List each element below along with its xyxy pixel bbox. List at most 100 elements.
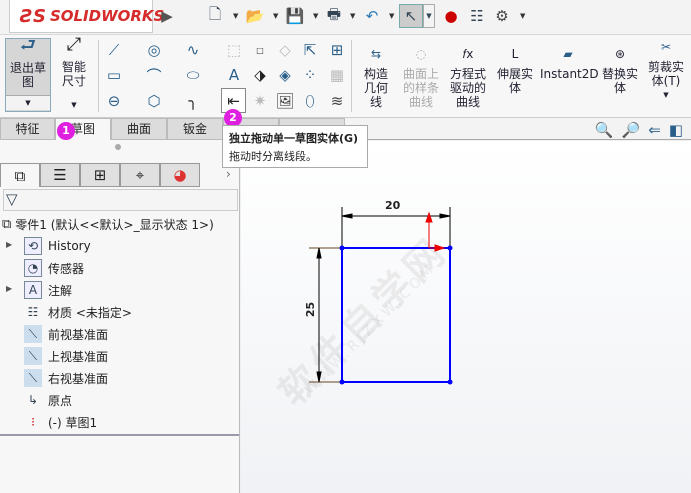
plane-icon: ⟍ bbox=[24, 369, 42, 387]
rollback-bar[interactable] bbox=[0, 434, 239, 436]
height-dimension-label[interactable]: 25 bbox=[304, 302, 317, 317]
line-icon[interactable]: ⟋ bbox=[104, 40, 124, 60]
dropdown-arrow-icon[interactable]: ▼ bbox=[313, 12, 318, 20]
offset-icon[interactable]: ◇ bbox=[275, 40, 295, 60]
select-icon[interactable]: ↖ bbox=[399, 4, 423, 28]
stretch-entities-button[interactable]: L 伸展实体 bbox=[494, 47, 536, 95]
smart-dimension-icon: ⤢ bbox=[66, 34, 82, 55]
sketch-point[interactable] bbox=[447, 245, 453, 251]
point-icon[interactable]: □ bbox=[250, 40, 270, 60]
surface-spline-icon: ◌ bbox=[415, 47, 427, 61]
disabled-icon[interactable]: ✷ bbox=[250, 91, 270, 111]
quick-access-toolbar: ƧS SOLIDWORKS ▶ 🗋 ▼ 📂 ▼ 💾 ▼ 🖶 ▼ ↶ ▼ ↖ ▼ ● ☷ ⚙ ▼ bbox=[0, 0, 691, 35]
text-icon[interactable]: A bbox=[224, 65, 244, 85]
chevron-down-icon[interactable]: ▼ bbox=[6, 95, 50, 110]
expand-arrow-icon[interactable]: ▶ bbox=[6, 284, 12, 293]
ds-logo-icon: ƧS bbox=[20, 5, 46, 27]
rotate-icon[interactable]: ◈ bbox=[275, 65, 295, 85]
pattern-icon[interactable]: ⁘ bbox=[300, 65, 320, 85]
surface-spline-button[interactable]: ◌ 曲面上的样条曲线 bbox=[400, 47, 442, 109]
tree-item-right-plane[interactable]: ⟍ 右视基准面 bbox=[24, 367, 108, 389]
tab-features[interactable]: 特征 bbox=[0, 118, 55, 140]
convert-icon[interactable]: ⇱ bbox=[300, 40, 320, 60]
save-icon[interactable]: 💾 bbox=[285, 6, 305, 26]
tree-item-sketch1[interactable]: ⁝ (-) 草图1 bbox=[24, 411, 97, 433]
move-entity-icon[interactable]: ⬗ bbox=[250, 65, 270, 85]
part-icon: ⧉ bbox=[2, 216, 12, 232]
sketch-rectangle[interactable] bbox=[341, 247, 451, 383]
sketch-point[interactable] bbox=[339, 379, 345, 385]
trim-entities-button[interactable]: ✂ 剪裁实体(T) ▼ bbox=[644, 40, 688, 102]
dropdown-arrow-icon[interactable]: ▼ bbox=[350, 12, 355, 20]
options-icon[interactable]: ⚙ bbox=[492, 6, 512, 26]
fillet-icon[interactable]: ╮ bbox=[183, 91, 203, 111]
tree-item-annotations[interactable]: A 注解 bbox=[24, 279, 72, 301]
replace-label: 替换实体 bbox=[601, 67, 638, 95]
rectangle-icon[interactable]: ▭ bbox=[104, 65, 124, 85]
section-view-icon[interactable]: ◧ bbox=[669, 121, 683, 139]
polygon-icon[interactable]: ⬡ bbox=[144, 91, 164, 111]
spline-icon[interactable]: ∿ bbox=[183, 40, 203, 60]
previous-view-icon[interactable]: ⇐ bbox=[648, 121, 661, 139]
sketch-point[interactable] bbox=[447, 379, 453, 385]
property-manager-tab-icon[interactable]: ☰ bbox=[40, 163, 80, 187]
sketch-picture-icon[interactable]: 🖼 bbox=[275, 91, 295, 111]
configuration-manager-tab-icon[interactable]: ⊞ bbox=[80, 163, 120, 187]
filter-bar[interactable]: ▽ bbox=[3, 189, 238, 211]
tree-root-label: 零件1 (默认<<默认>_显示状态 1>) bbox=[15, 217, 214, 232]
exit-sketch-button[interactable]: ⮐ 退出草图 ▼ bbox=[5, 37, 51, 112]
graphics-area[interactable]: 🔍 🔎 ⇐ ◧ 软件自学网 WWW.RJZXW.COM 20 25 bbox=[241, 121, 691, 493]
zoom-to-area-icon[interactable]: 🔎 bbox=[622, 121, 641, 139]
tree-item-origin[interactable]: ↳ 原点 bbox=[24, 389, 72, 411]
mirror-icon[interactable]: ⊞ bbox=[327, 40, 347, 60]
tree-item-material[interactable]: ☷ 材质 <未指定> bbox=[24, 301, 132, 323]
grid-icon[interactable]: ⬚ bbox=[224, 40, 244, 60]
dropdown-arrow-icon[interactable]: ▼ bbox=[520, 12, 525, 20]
arc-icon[interactable]: ⌒ bbox=[144, 65, 164, 85]
slot-icon[interactable]: ⊖ bbox=[104, 91, 124, 111]
feature-tree-tab-icon[interactable]: ⧉ bbox=[0, 163, 40, 187]
layers-icon[interactable]: ≋ bbox=[327, 91, 347, 111]
tree-item-front-plane[interactable]: ⟍ 前视基准面 bbox=[24, 323, 108, 345]
dimxpert-tab-icon[interactable]: ⌖ bbox=[120, 163, 160, 187]
expand-arrow-icon[interactable]: ▶ bbox=[6, 240, 12, 249]
tree-item-top-plane[interactable]: ⟍ 上视基准面 bbox=[24, 345, 108, 367]
dropdown-arrow-icon[interactable]: ▼ bbox=[233, 12, 238, 20]
width-dimension-label[interactable]: 20 bbox=[385, 199, 400, 212]
dropdown-arrow-icon[interactable]: ▼ bbox=[389, 12, 394, 20]
tab-surface[interactable]: 曲面 bbox=[111, 118, 167, 140]
new-document-icon[interactable]: 🗋 bbox=[205, 5, 225, 26]
origin-icon: ↳ bbox=[27, 393, 39, 407]
open-icon[interactable]: 📂 bbox=[245, 6, 265, 26]
print-icon[interactable]: 🖶 bbox=[324, 5, 344, 26]
arrowhead bbox=[439, 213, 451, 219]
divider bbox=[98, 40, 99, 112]
display-manager-tab-icon[interactable]: ◕ bbox=[160, 163, 200, 187]
file-properties-icon[interactable]: ☷ bbox=[467, 6, 487, 26]
tab-sheet-metal[interactable]: 钣金 bbox=[167, 118, 223, 140]
sketch-point[interactable] bbox=[339, 245, 345, 251]
surface-icon[interactable]: ▦ bbox=[327, 65, 347, 85]
zoom-to-fit-icon[interactable]: 🔍 bbox=[595, 121, 614, 139]
dropdown-arrow-icon[interactable]: ▼ bbox=[273, 12, 278, 20]
replace-entity-button[interactable]: ⊛ 替换实体 bbox=[598, 47, 642, 95]
tree-item-history[interactable]: ⟲ History bbox=[24, 235, 91, 257]
equation-curve-button[interactable]: 𝑓x 方程式驱动的曲线 bbox=[446, 47, 490, 109]
smart-dimension-button[interactable]: ⤢ 智能尺寸 ▼ bbox=[53, 34, 95, 112]
chevron-down-icon[interactable]: ▼ bbox=[53, 98, 95, 112]
splitter-handle[interactable] bbox=[115, 144, 121, 150]
undo-icon[interactable]: ↶ bbox=[362, 6, 382, 26]
blob-icon[interactable]: ⬯ bbox=[300, 91, 320, 111]
expand-menu-icon[interactable]: ▶ bbox=[157, 6, 177, 26]
circle-icon[interactable]: ◎ bbox=[144, 40, 164, 60]
tree-root[interactable]: ⧉ 零件1 (默认<<默认>_显示状态 1>) bbox=[2, 213, 214, 235]
rebuild-icon[interactable]: ● bbox=[441, 6, 461, 26]
tree-item-sensors[interactable]: ◔ 传感器 bbox=[24, 257, 84, 279]
instant2d-button[interactable]: ▰ Instant2D bbox=[540, 47, 599, 81]
panel-expand-icon[interactable]: › bbox=[226, 167, 231, 181]
chevron-down-icon[interactable]: ▼ bbox=[644, 88, 688, 102]
construction-geometry-button[interactable]: ⇆ 构造几何线 bbox=[355, 47, 397, 109]
ellipse-icon[interactable]: ⬭ bbox=[183, 65, 203, 85]
solidworks-logo[interactable]: ƧS SOLIDWORKS bbox=[9, 0, 164, 33]
select-dropdown[interactable]: ▼ bbox=[423, 4, 435, 28]
